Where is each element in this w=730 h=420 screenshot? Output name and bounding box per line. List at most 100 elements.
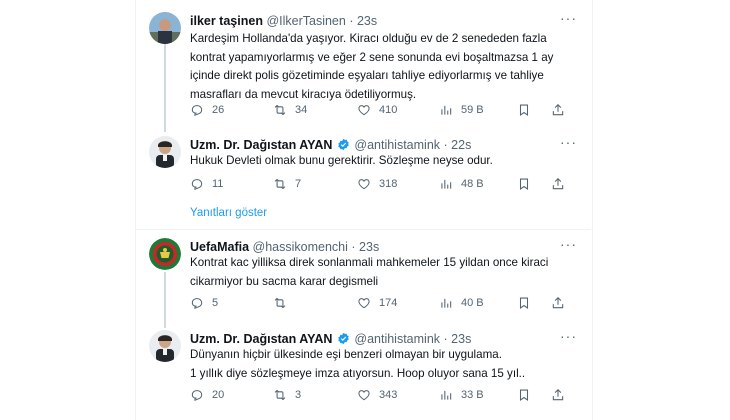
share-button[interactable] (551, 103, 573, 117)
like-button[interactable]: 318 (357, 177, 397, 191)
views-button[interactable]: 33 B (439, 388, 484, 402)
heart-icon (358, 105, 370, 116)
reply-icon (191, 179, 203, 191)
view-count: 33 B (461, 389, 484, 401)
tweet-text: Dünyanın hiçbir ülkesinde eşi benzeri ol… (190, 348, 526, 380)
retweet-count: 3 (295, 389, 302, 401)
bookmark-icon (519, 389, 529, 401)
views-button[interactable]: 48 B (439, 177, 484, 191)
user-handle[interactable]: @antihistamink (354, 332, 440, 346)
like-count: 174 (379, 297, 398, 309)
separator-dot: · (443, 332, 448, 346)
separator-dot: · (349, 14, 354, 28)
tweet-text: Kardeşim Hollanda'da yaşıyor. Kiracı old… (190, 32, 554, 101)
tweet-1[interactable]: ilker taşinen @IlkerTasinen · 23s ··· Ka… (135, 0, 591, 128)
retweet-button[interactable]: 7 (273, 177, 301, 191)
tweet-actions: 5 174 40 B (185, 296, 580, 312)
view-count: 59 B (461, 104, 484, 116)
bookmark-button[interactable] (517, 296, 539, 310)
share-icon (552, 104, 564, 116)
avatar[interactable] (149, 330, 181, 362)
more-options-icon[interactable]: ··· (560, 10, 577, 26)
retweet-icon (274, 389, 286, 401)
bookmark-button[interactable] (517, 177, 539, 191)
analytics-icon (441, 298, 452, 308)
share-button[interactable] (551, 296, 573, 310)
retweet-button[interactable] (273, 296, 295, 310)
bookmark-icon (519, 297, 529, 309)
display-name[interactable]: Uzm. Dr. Dağıstan AYAN (190, 138, 332, 152)
retweet-icon (274, 297, 286, 309)
bookmark-button[interactable] (517, 103, 539, 117)
separator-dot: · (443, 138, 448, 152)
analytics-icon (441, 390, 452, 400)
more-options-icon[interactable]: ··· (560, 236, 577, 252)
analytics-icon (441, 179, 452, 189)
share-icon (552, 178, 564, 190)
avatar[interactable] (149, 12, 181, 44)
heart-icon (358, 298, 370, 309)
tweet-actions: 11 7 318 48 B (185, 177, 580, 193)
reply-button[interactable]: 5 (190, 296, 218, 310)
like-count: 318 (379, 178, 398, 190)
bookmark-icon (519, 104, 529, 116)
share-icon (552, 297, 564, 309)
reply-icon (191, 298, 203, 310)
retweet-button[interactable]: 34 (273, 103, 307, 117)
timestamp[interactable]: 23s (359, 240, 379, 254)
retweet-button[interactable]: 3 (273, 388, 301, 402)
timestamp[interactable]: 23s (357, 14, 377, 28)
more-options-icon[interactable]: ··· (560, 134, 577, 150)
user-handle[interactable]: @IlkerTasinen (266, 14, 345, 28)
separator-dot: · (351, 240, 356, 254)
view-count: 40 B (461, 297, 484, 309)
share-button[interactable] (551, 388, 573, 402)
bookmark-button[interactable] (517, 388, 539, 402)
display-name[interactable]: ilker taşinen (190, 14, 263, 28)
display-name[interactable]: Uzm. Dr. Dağıstan AYAN (190, 332, 332, 346)
avatar[interactable] (149, 136, 181, 168)
like-button[interactable]: 410 (357, 103, 397, 117)
share-button[interactable] (551, 177, 573, 191)
user-handle[interactable]: @hassikomenchi (253, 240, 348, 254)
display-name[interactable]: UefaMafia (190, 240, 249, 254)
analytics-icon (441, 105, 452, 115)
reply-button[interactable]: 11 (190, 177, 223, 191)
heart-icon (358, 390, 370, 401)
reply-count: 5 (212, 297, 219, 309)
tweet-3[interactable]: UefaMafia @hassikomenchi · 23s ··· Kontr… (135, 230, 591, 322)
retweet-icon (274, 104, 286, 116)
share-icon (552, 389, 564, 401)
reply-icon (191, 390, 203, 402)
timestamp[interactable]: 23s (451, 332, 471, 346)
show-replies-link[interactable]: Yanıtları göster (190, 207, 267, 219)
tweet-actions: 26 34 410 59 B (185, 103, 580, 119)
avatar[interactable] (149, 238, 181, 270)
reply-button[interactable]: 20 (190, 388, 224, 402)
retweet-count: 7 (295, 178, 302, 190)
retweet-icon (274, 178, 286, 190)
user-handle[interactable]: @antihistamink (354, 138, 440, 152)
timestamp[interactable]: 22s (451, 138, 471, 152)
tweet-text: Kontrat kac yilliksa direk sonlanmali ma… (190, 256, 549, 288)
reply-button[interactable]: 26 (190, 103, 224, 117)
reply-icon (191, 105, 203, 117)
reply-count: 26 (212, 104, 225, 116)
tweet-4[interactable]: Uzm. Dr. Dağıstan AYAN @antihistamink · … (135, 322, 591, 420)
tweet-text: Hukuk Devleti olmak bunu gerektirir. Söz… (190, 154, 493, 167)
more-options-icon[interactable]: ··· (560, 328, 577, 344)
reply-count: 20 (212, 389, 225, 401)
heart-icon (358, 179, 370, 190)
like-count: 343 (379, 389, 398, 401)
views-button[interactable]: 40 B (439, 296, 484, 310)
retweet-count: 34 (295, 104, 308, 116)
like-count: 410 (379, 104, 398, 116)
reply-count: 11 (212, 178, 224, 190)
tweet-2[interactable]: Uzm. Dr. Dağıstan AYAN @antihistamink · … (135, 128, 591, 198)
tweet-header: ilker taşinen @IlkerTasinen · 23s (190, 14, 377, 29)
like-button[interactable]: 343 (357, 388, 397, 402)
like-button[interactable]: 174 (357, 296, 397, 310)
views-button[interactable]: 59 B (439, 103, 484, 117)
bookmark-icon (519, 178, 529, 190)
tweet-actions: 20 3 343 33 B (185, 388, 580, 404)
